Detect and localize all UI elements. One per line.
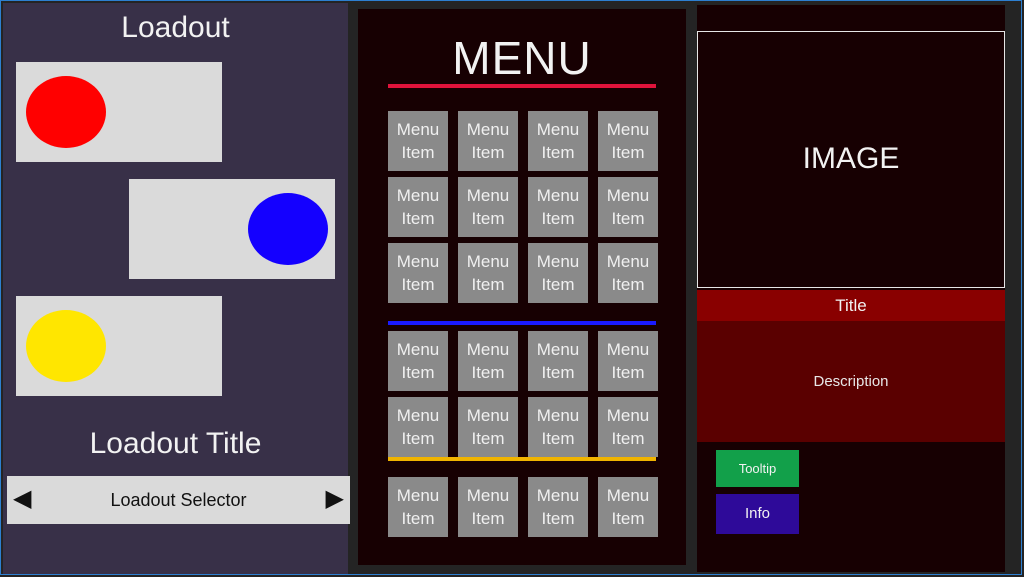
menu-item[interactable]: Menu Item	[528, 331, 588, 391]
menu-item[interactable]: Menu Item	[388, 111, 448, 171]
menu-item[interactable]: Menu Item	[598, 331, 658, 391]
menu-item[interactable]: Menu Item	[388, 243, 448, 303]
menu-item[interactable]: Menu Item	[458, 477, 518, 537]
menu-item[interactable]: Menu Item	[528, 111, 588, 171]
menu-item[interactable]: Menu Item	[598, 477, 658, 537]
menu-section-divider	[388, 321, 656, 325]
loadout-selector-label: Loadout Selector	[110, 490, 247, 510]
menu-item[interactable]: Menu Item	[388, 477, 448, 537]
menu-item[interactable]: Menu Item	[458, 111, 518, 171]
slot-1-color-dot	[26, 76, 106, 148]
menu-item[interactable]: Menu Item	[458, 331, 518, 391]
menu-item[interactable]: Menu Item	[598, 243, 658, 303]
menu-item[interactable]: Menu Item	[528, 177, 588, 237]
loadout-selector: ◀ Loadout Selector ▶	[7, 476, 350, 524]
loadout-title: Loadout Title	[89, 427, 262, 460]
right-arrow-icon[interactable]: ▶	[326, 484, 344, 513]
menu-item[interactable]: Menu Item	[528, 243, 588, 303]
loadout-panel: Loadout Loadout Title ◀ Loadout Selector…	[3, 3, 350, 574]
menu-section-divider	[388, 84, 656, 88]
loadout-slot-3[interactable]	[16, 296, 222, 396]
menu-item[interactable]: Menu Item	[388, 397, 448, 457]
menu-item[interactable]: Menu Item	[458, 397, 518, 457]
menu-item[interactable]: Menu Item	[528, 477, 588, 537]
menu-item[interactable]: Menu Item	[598, 111, 658, 171]
detail-description: Description	[697, 321, 1005, 442]
menu-item[interactable]: Menu Item	[598, 397, 658, 457]
tooltip-button[interactable]: Tooltip	[716, 450, 799, 487]
loadout-heading: Loadout	[121, 11, 230, 44]
slot-2-color-dot	[248, 193, 328, 265]
detail-panel: IMAGE Title Description Tooltip Info	[697, 5, 1005, 572]
slot-3-color-dot	[26, 310, 106, 382]
menu-item[interactable]: Menu Item	[458, 177, 518, 237]
menu-panel: MENU Menu Item Menu Item Menu Item Menu Ite…	[358, 9, 686, 565]
menu-item[interactable]: Menu Item	[598, 177, 658, 237]
loadout-slot-2[interactable]	[129, 179, 335, 279]
menu-section-divider	[388, 457, 656, 461]
menu-heading: MENU	[452, 32, 592, 84]
loadout-slot-1[interactable]	[16, 62, 222, 162]
image-placeholder: IMAGE	[697, 31, 1005, 288]
menu-item[interactable]: Menu Item	[388, 177, 448, 237]
menu-item[interactable]: Menu Item	[528, 397, 588, 457]
menu-item[interactable]: Menu Item	[388, 331, 448, 391]
image-label: IMAGE	[802, 142, 900, 175]
menu-item[interactable]: Menu Item	[458, 243, 518, 303]
detail-title: Title	[697, 290, 1005, 321]
info-button[interactable]: Info	[716, 494, 799, 534]
